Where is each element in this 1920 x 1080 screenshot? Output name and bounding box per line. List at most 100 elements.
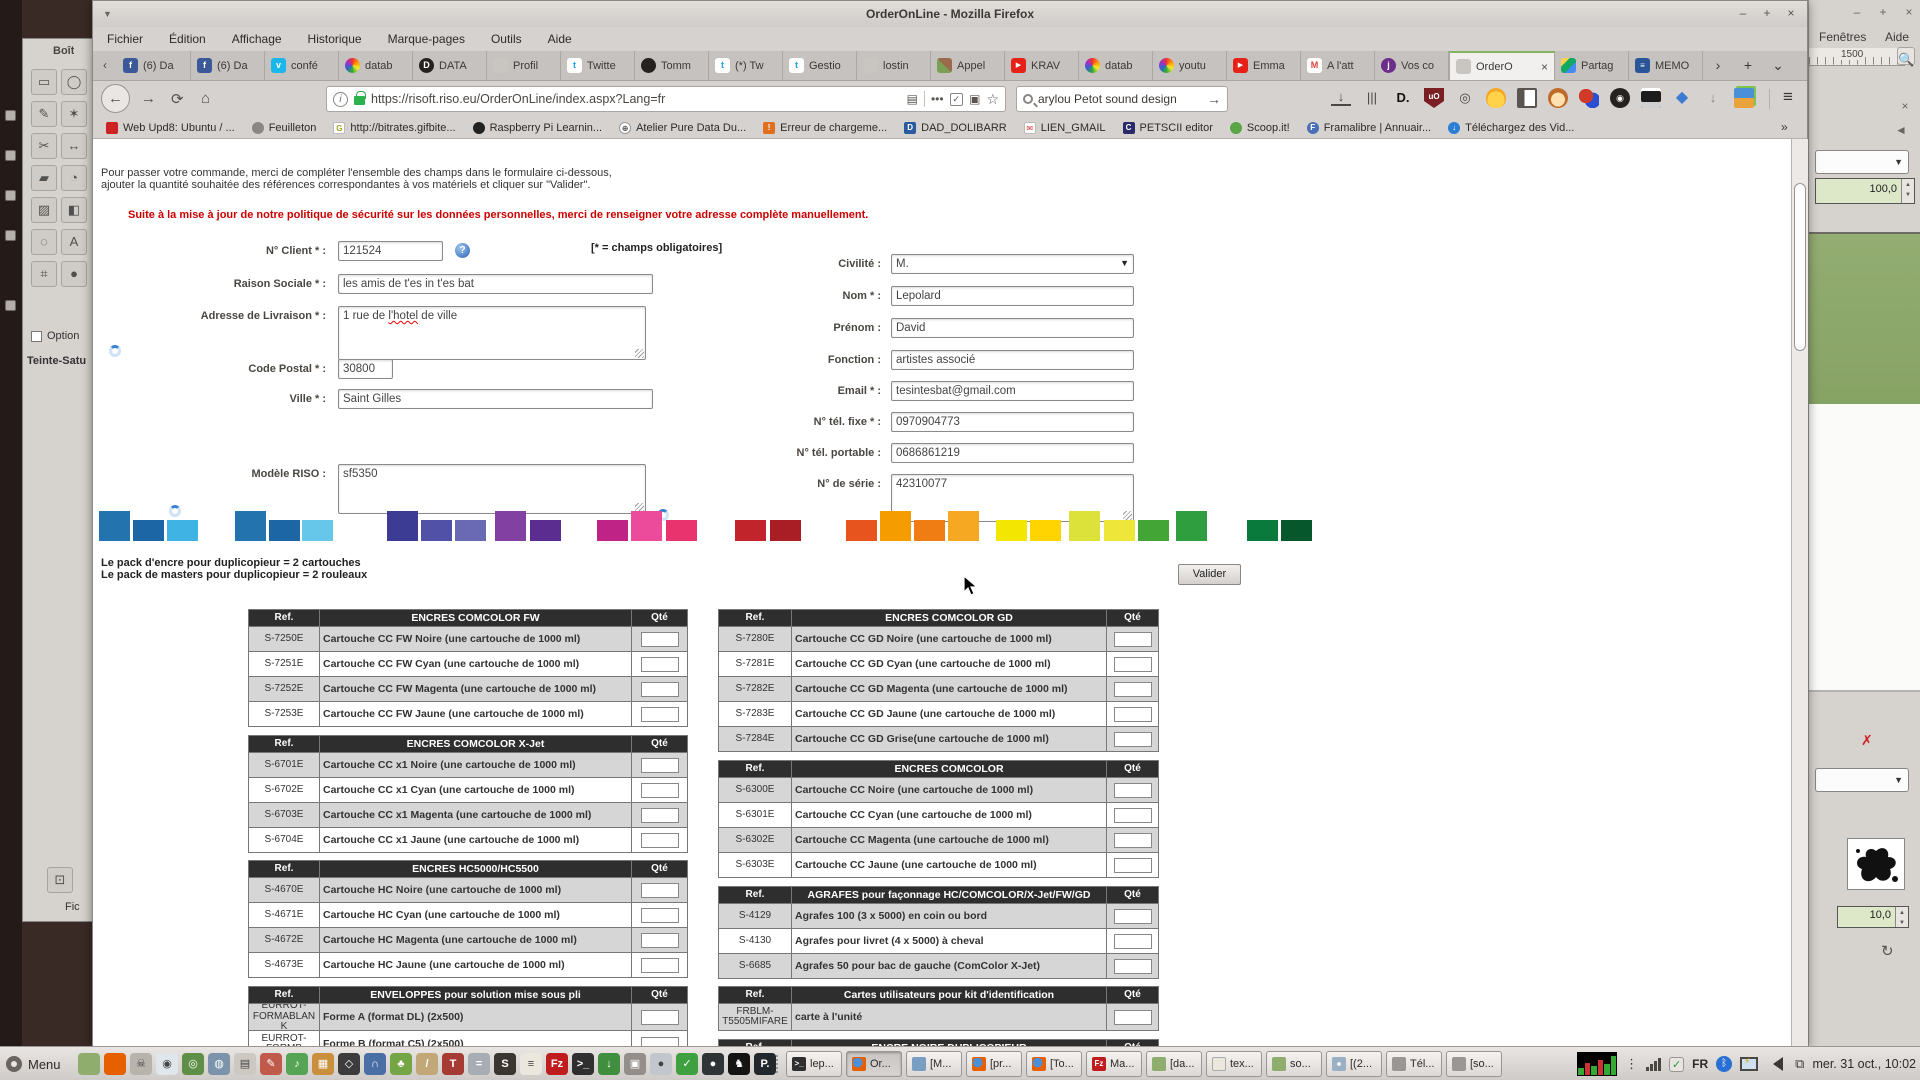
network-signal-icon[interactable] — [1646, 1057, 1661, 1071]
tab-lostin[interactable]: lostin — [857, 51, 931, 80]
bookmark-t-l-chargez-des-vid-[interactable]: ↓Téléchargez des Vid... — [1448, 122, 1574, 134]
launcher-package[interactable]: ▣ — [624, 1053, 646, 1075]
launcher-sphere[interactable]: ● — [650, 1053, 672, 1075]
gimp-tool-icon[interactable]: ⌗ — [31, 261, 57, 287]
validate-button[interactable]: Valider — [1178, 564, 1241, 585]
qty-input[interactable] — [641, 1010, 679, 1025]
tab-twitte[interactable]: tTwitte — [561, 51, 635, 80]
gimp-display-icon[interactable]: ⊡ — [47, 867, 73, 893]
reader-mode-icon[interactable]: ▤ — [907, 92, 918, 106]
field-ville-[interactable]: Saint Gilles — [338, 389, 653, 409]
qty-input[interactable] — [1114, 707, 1152, 722]
taskbar-window-lep[interactable]: >_lep... — [786, 1051, 842, 1077]
taskbar-window-m[interactable]: [M... — [906, 1051, 962, 1077]
tab--tw[interactable]: t(*) Tw — [709, 51, 783, 80]
gimp-close-button[interactable]: × — [1901, 6, 1917, 20]
gimp-toolbox-window[interactable]: Boît ▭◯✎✶✂↔▰◔▨◧◌A⌗● Option Teinte-Satu ⊡… — [22, 38, 92, 922]
tab-datab[interactable]: datab — [339, 51, 413, 80]
home-button[interactable]: ⌂ — [201, 90, 210, 107]
search-bar[interactable]: arylou Petot sound design → — [1016, 86, 1228, 112]
qty-input[interactable] — [1114, 833, 1152, 848]
launcher-notes[interactable]: ≡ — [520, 1053, 542, 1075]
url-text[interactable]: https://risoft.riso.eu/OrderOnLine/index… — [371, 92, 901, 106]
tab--6-da[interactable]: f(6) Da — [117, 51, 191, 80]
maximize-button[interactable]: + — [1757, 6, 1777, 22]
search-input[interactable]: arylou Petot sound design — [1038, 92, 1202, 106]
system-monitor-graph[interactable] — [1577, 1052, 1617, 1076]
menu-item-marque-pages[interactable]: Marque-pages — [388, 32, 465, 46]
gimp-tool-icon[interactable]: ↔ — [61, 133, 87, 159]
taskbar-window-tex[interactable]: tex... — [1206, 1051, 1262, 1077]
tab-close-icon[interactable]: × — [1541, 60, 1548, 74]
qty-input[interactable] — [1114, 808, 1152, 823]
tab-ordero[interactable]: OrderO× — [1449, 51, 1555, 80]
qty-input[interactable] — [641, 758, 679, 773]
menu-item-édition[interactable]: Édition — [169, 32, 206, 46]
clipboard-manager-icon[interactable]: ⧉ — [1795, 1056, 1804, 1072]
qty-input[interactable] — [641, 958, 679, 973]
close-button[interactable]: × — [1781, 6, 1801, 22]
launcher-checkmark[interactable]: ✓ — [676, 1053, 698, 1075]
bookmark-raspberry-pi-learnin-[interactable]: Raspberry Pi Learnin... — [473, 122, 603, 134]
tab-tomm[interactable]: Tomm — [635, 51, 709, 80]
launcher-calculator[interactable]: = — [468, 1053, 490, 1075]
gimp-brush-preview[interactable] — [1847, 838, 1905, 890]
keyboard-layout-indicator[interactable]: FR — [1692, 1057, 1708, 1071]
bookmark-star-icon[interactable]: ☆ — [986, 91, 999, 108]
ghostery-eye-icon[interactable]: ◉ — [1610, 88, 1630, 108]
gimp-menu-fenetres[interactable]: Fenêtres — [1819, 30, 1866, 44]
dock-icon[interactable] — [5, 110, 16, 121]
launcher-darkball[interactable]: ● — [702, 1053, 724, 1075]
gimp-zoom-spinbox[interactable]: 100,0 ▲▼ — [1815, 178, 1915, 204]
launcher-filezilla[interactable]: Fz — [546, 1053, 568, 1075]
bookmark-lien_gmail[interactable]: ✉LIEN_GMAIL — [1024, 122, 1106, 134]
launcher-horse[interactable]: ♞ — [728, 1053, 750, 1075]
menu-item-affichage[interactable]: Affichage — [232, 32, 282, 46]
qty-input[interactable] — [641, 632, 679, 647]
bookmark-atelier-pure-data-du-[interactable]: ⊕Atelier Pure Data Du... — [619, 122, 746, 134]
colorzilla-spheres-icon[interactable] — [1579, 88, 1599, 108]
qty-input[interactable] — [641, 808, 679, 823]
qty-input[interactable] — [1114, 783, 1152, 798]
tab-datab[interactable]: datab — [1079, 51, 1153, 80]
launcher-pencils[interactable]: ✎ — [260, 1053, 282, 1075]
launcher-photos[interactable]: ▦ — [312, 1053, 334, 1075]
bookmark-http-bitrates-gifbite-[interactable]: Ghttp://bitrates.gifbite... — [333, 122, 455, 134]
gimp-refresh-icon[interactable]: ↻ — [1881, 942, 1894, 960]
taskbar-window-pr[interactable]: [pr... — [966, 1051, 1022, 1077]
tab-emma[interactable]: ▶Emma — [1227, 51, 1301, 80]
tab-gestio[interactable]: tGestio — [783, 51, 857, 80]
gimp-maximize-button[interactable]: + — [1875, 6, 1891, 20]
taskbar-window-so[interactable]: [so... — [1446, 1051, 1502, 1077]
bookmark-scoop-it-[interactable]: Scoop.it! — [1230, 122, 1290, 134]
bookmark-web-upd8-ubuntu-[interactable]: Web Upd8: Ubuntu / ... — [106, 122, 235, 134]
menu-item-fichier[interactable]: Fichier — [107, 32, 143, 46]
gimp-tool-icon[interactable]: ✂ — [31, 133, 57, 159]
field-email-[interactable]: tesintesbat@gmail.com — [891, 381, 1134, 401]
sidebar-toggle-icon[interactable] — [1517, 88, 1537, 108]
tab-vos-co[interactable]: jVos co — [1375, 51, 1449, 80]
display-warning-icon[interactable] — [1740, 1057, 1758, 1071]
launcher-document[interactable]: ▤ — [234, 1053, 256, 1075]
gimp-dropdown[interactable]: ▼ — [1815, 150, 1909, 174]
launcher-sublime[interactable]: S — [494, 1053, 516, 1075]
resize-grip-icon[interactable] — [1123, 511, 1132, 520]
vpn-shield-icon[interactable]: ✓ — [1669, 1057, 1684, 1072]
qty-input[interactable] — [1114, 632, 1152, 647]
new-tab-button[interactable]: + — [1733, 51, 1763, 80]
titlebar[interactable]: ▼ OrderOnLine - Mozilla Firefox – + × — [93, 1, 1807, 27]
qty-input[interactable] — [641, 833, 679, 848]
bookmark-petscii-editor[interactable]: CPETSCII editor — [1123, 122, 1213, 134]
field-n-client-[interactable]: 121524 — [338, 241, 443, 261]
gimp-tool-icon[interactable]: ▨ — [31, 197, 57, 223]
tab-krav[interactable]: ▶KRAV — [1005, 51, 1079, 80]
launcher-box[interactable] — [78, 1053, 100, 1075]
tab-overflow-icon[interactable]: › — [1703, 51, 1733, 80]
tab-profil[interactable]: Profil — [487, 51, 561, 80]
qty-input[interactable] — [1114, 682, 1152, 697]
tab-memo[interactable]: ≡MEMO — [1629, 51, 1703, 80]
mascot-dog-icon[interactable] — [1486, 88, 1506, 108]
field-civilité-[interactable]: M.▼ — [891, 254, 1134, 274]
qty-input[interactable] — [641, 1037, 679, 1047]
field-modèle-riso-[interactable]: sf5350 — [338, 464, 646, 514]
